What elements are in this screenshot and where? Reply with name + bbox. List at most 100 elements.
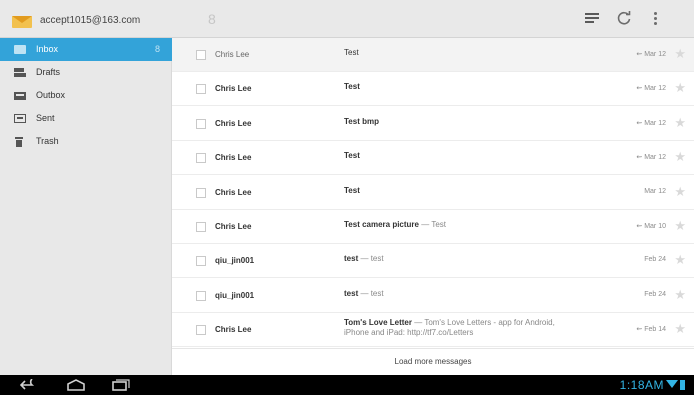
sent-icon xyxy=(14,114,26,123)
star-icon[interactable]: ★ xyxy=(674,287,686,303)
star-icon[interactable]: ★ xyxy=(674,80,686,96)
message-sender: qiu_jin001 xyxy=(215,290,255,300)
message-subject: Tom's Love Letter xyxy=(344,318,412,328)
message-snippet: Tom's Love Letters - app for Android, xyxy=(424,318,555,328)
replied-icon: ⇜ xyxy=(636,223,643,230)
message-row[interactable]: Chris Lee Test Mar 12 ★ xyxy=(172,176,694,210)
message-subject: test xyxy=(344,288,359,298)
message-row[interactable]: qiu_jin001 test — test Feb 24 ★ xyxy=(172,279,694,313)
message-subject-line: Test bmp xyxy=(344,117,592,127)
drafts-icon xyxy=(14,68,26,77)
folder-count: 8 xyxy=(154,44,160,54)
folder-sidebar: Inbox 8 Drafts Outbox Sent Trash xyxy=(0,38,172,375)
replied-icon: ⇜ xyxy=(636,85,643,93)
select-checkbox[interactable] xyxy=(196,256,206,267)
message-date-wrap: ⇜ Mar 10 xyxy=(636,222,666,230)
message-sender: Chris Lee xyxy=(215,153,252,163)
message-sender: Chris Lee xyxy=(215,222,252,231)
battery-icon xyxy=(680,380,685,390)
folder-label: Trash xyxy=(36,136,59,146)
folder-inbox[interactable]: Inbox 8 xyxy=(0,38,172,61)
account-email: accept1015@163.com xyxy=(40,14,141,26)
message-date-wrap: ⇜ Mar 12 xyxy=(636,119,666,127)
message-row[interactable]: Chris Lee Tom's Love Letter — Tom's Love … xyxy=(172,313,694,348)
message-subject: Test xyxy=(344,185,360,195)
message-date: Mar 12 xyxy=(644,85,666,93)
star-icon[interactable]: ★ xyxy=(674,184,686,200)
select-checkbox[interactable] xyxy=(196,290,206,301)
snippet-separator: — xyxy=(358,254,371,264)
star-icon[interactable]: ★ xyxy=(674,115,686,131)
message-subject: Test xyxy=(344,48,359,57)
message-date: Mar 10 xyxy=(644,223,666,230)
back-icon[interactable] xyxy=(20,379,38,391)
select-checkbox[interactable] xyxy=(196,325,206,336)
message-date-wrap: Feb 24 xyxy=(644,256,666,263)
message-sender: qiu_jin001 xyxy=(215,256,255,266)
message-subject: Test camera picture xyxy=(344,220,419,229)
message-subject-line: Test xyxy=(344,82,592,92)
message-row[interactable]: Chris Lee Test ⇜ Mar 12 ★ xyxy=(172,72,694,107)
load-more-button[interactable]: Load more messages xyxy=(172,348,694,375)
replied-icon: ⇜ xyxy=(636,154,643,162)
compose-icon[interactable] xyxy=(585,13,599,23)
message-sender: Chris Lee xyxy=(215,84,252,94)
select-checkbox[interactable] xyxy=(196,84,206,95)
folder-label: Drafts xyxy=(36,67,61,77)
recent-apps-icon[interactable] xyxy=(112,379,130,391)
account-selector[interactable]: accept1015@163.com xyxy=(10,12,140,28)
action-bar: accept1015@163.com 8 xyxy=(0,0,694,38)
message-date-wrap: ⇜ Mar 12 xyxy=(636,50,666,58)
message-list: Chris Lee Test ⇜ Mar 12 ★ Chris Lee Test ⇜ Mar 1… xyxy=(172,38,694,348)
message-date: Feb 14 xyxy=(644,326,666,334)
replied-icon: ⇜ xyxy=(636,51,643,58)
replied-icon: ⇜ xyxy=(636,119,643,127)
message-subject-line: Test xyxy=(344,151,592,161)
folder-outbox[interactable]: Outbox xyxy=(0,84,172,107)
select-checkbox[interactable] xyxy=(196,187,206,198)
message-date: Mar 12 xyxy=(644,119,666,127)
star-icon[interactable]: ★ xyxy=(674,46,686,62)
status-icons xyxy=(666,380,686,390)
message-date-wrap: Feb 24 xyxy=(644,291,666,298)
wifi-icon xyxy=(666,380,678,388)
message-snippet: test xyxy=(370,288,384,298)
select-checkbox[interactable] xyxy=(196,118,206,129)
message-date-wrap: Mar 12 xyxy=(644,188,666,195)
star-icon[interactable]: ★ xyxy=(674,218,686,234)
message-row[interactable]: Chris Lee Test bmp ⇜ Mar 12 ★ xyxy=(172,107,694,141)
message-row[interactable]: Chris Lee Test ⇜ Mar 12 ★ xyxy=(172,38,694,72)
message-date: Feb 24 xyxy=(644,290,666,298)
message-row[interactable]: Chris Lee Test camera picture — Test ⇜ Mar … xyxy=(172,210,694,244)
message-subject-line: Tom's Love Letter — Tom's Love Letters -… xyxy=(344,318,592,338)
select-checkbox[interactable] xyxy=(196,222,206,232)
outbox-icon xyxy=(14,91,26,100)
message-date: Mar 12 xyxy=(644,154,666,162)
trash-icon xyxy=(14,137,26,147)
message-sender: Chris Lee xyxy=(215,187,252,197)
system-nav-bar: 1:18AM xyxy=(0,375,694,395)
message-subject: Test xyxy=(344,82,360,92)
folder-trash[interactable]: Trash xyxy=(0,130,172,153)
folder-drafts[interactable]: Drafts xyxy=(0,61,172,84)
message-row[interactable]: Chris Lee Test ⇜ Mar 12 ★ xyxy=(172,141,694,176)
star-icon[interactable]: ★ xyxy=(674,149,686,165)
star-icon[interactable]: ★ xyxy=(674,252,686,268)
folder-sent[interactable]: Sent xyxy=(0,107,172,130)
message-sender: Chris Lee xyxy=(215,325,252,335)
snippet-separator: — xyxy=(412,318,425,328)
account-mail-icon xyxy=(10,13,34,28)
home-icon[interactable] xyxy=(66,379,86,391)
message-sender: Chris Lee xyxy=(215,118,252,128)
message-date: Feb 24 xyxy=(644,256,666,264)
refresh-icon[interactable] xyxy=(616,10,632,26)
message-subject-line: test — test xyxy=(344,289,592,299)
star-icon[interactable]: ★ xyxy=(674,321,686,337)
message-date-wrap: ⇜ Mar 12 xyxy=(636,84,666,92)
overflow-menu-icon[interactable] xyxy=(654,12,657,26)
select-checkbox[interactable] xyxy=(196,153,206,164)
select-checkbox[interactable] xyxy=(196,50,206,60)
message-subject-line: Test xyxy=(344,48,592,58)
message-row[interactable]: qiu_jin001 test — test Feb 24 ★ xyxy=(172,244,694,279)
message-subject-line: Test xyxy=(344,186,592,196)
